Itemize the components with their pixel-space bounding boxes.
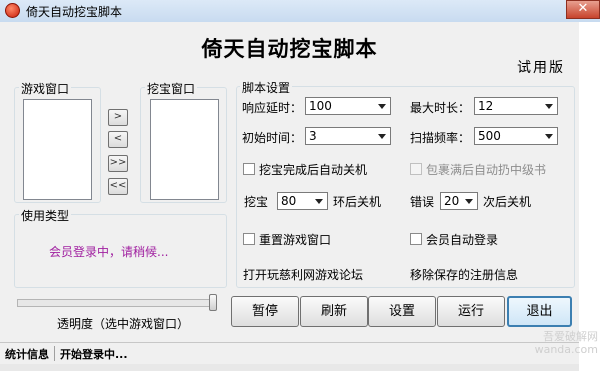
initial-time-value: 3 (309, 129, 317, 143)
title-bar[interactable]: 倚天自动挖宝脚本 ✕ (0, 0, 600, 23)
shutdown-after-dig-label[interactable]: 挖宝完成后自动关机 (259, 161, 367, 178)
window-bottom-edge (0, 364, 579, 371)
usage-type-label: 使用类型 (19, 207, 72, 224)
throw-items-label: 包裹满后自动扔中级书 (426, 163, 547, 177)
throw-items-checkbox (410, 163, 422, 175)
login-status-message: 会员登录中，请稍候... (49, 245, 169, 259)
window-title: 倚天自动挖宝脚本 (26, 5, 123, 19)
scan-frequency-value: 500 (478, 129, 501, 143)
watermark-line-1: 吾爱破解网 (543, 330, 598, 343)
dig-window-list[interactable] (150, 99, 219, 200)
watermark-line-2: wanda.com (534, 343, 598, 356)
error-count-select[interactable]: 20 (440, 192, 478, 210)
game-window-label: 游戏窗口 (19, 80, 72, 97)
desktop-background (579, 22, 600, 371)
app-logo-icon (5, 3, 20, 18)
initial-time-select[interactable]: 3 (305, 127, 391, 145)
response-delay-select[interactable]: 100 (305, 97, 391, 115)
scan-frequency-select[interactable]: 500 (474, 127, 558, 145)
script-settings-label: 脚本设置 (240, 79, 293, 96)
app-window: 倚天自动挖宝脚本 ✕ 倚天自动挖宝脚本 试用版 游戏窗口 > < >> << 挖… (0, 0, 600, 371)
chevron-down-icon (378, 104, 386, 109)
member-auto-login-checkbox[interactable] (410, 233, 422, 245)
transparency-slider[interactable] (17, 299, 217, 307)
move-all-left-button[interactable]: << (108, 178, 128, 195)
forum-link[interactable]: 打开玩慈利网游戏论坛 (243, 266, 363, 283)
max-duration-label: 最大时长： (410, 101, 471, 115)
page-title: 倚天自动挖宝脚本 (201, 36, 378, 61)
initial-time-label: 初始时间： (242, 131, 303, 145)
statusbar-section-label: 统计信息 (5, 348, 49, 361)
statusbar-divider (54, 346, 55, 361)
member-auto-login-label[interactable]: 会员自动登录 (426, 231, 498, 248)
scan-frequency-label: 扫描频率： (410, 131, 471, 145)
run-button[interactable]: 运行 (437, 296, 505, 327)
shutdown-after-dig-checkbox[interactable] (243, 163, 255, 175)
error-count-prefix: 错误 (410, 195, 435, 209)
pause-button[interactable]: 暂停 (231, 296, 299, 327)
statusbar-message: 开始登录中... (60, 348, 128, 361)
dig-rounds-value: 80 (281, 194, 297, 208)
edition-label: 试用版 (517, 60, 565, 76)
status-bar: 统计信息 开始登录中... (0, 342, 579, 365)
chevron-down-icon (545, 134, 553, 139)
max-duration-value: 12 (478, 99, 494, 113)
move-left-button[interactable]: < (108, 131, 128, 148)
transparency-caption: 透明度（选中游戏窗口） (57, 317, 190, 331)
chevron-down-icon (378, 134, 386, 139)
chevron-down-icon (465, 199, 473, 204)
refresh-button[interactable]: 刷新 (300, 296, 368, 327)
dig-window-label: 挖宝窗口 (145, 80, 198, 97)
game-window-list[interactable] (23, 99, 92, 200)
exit-button[interactable]: 退出 (507, 296, 572, 327)
script-settings-group (236, 86, 575, 288)
transparency-slider-thumb[interactable] (209, 294, 217, 311)
error-count-value: 20 (444, 194, 460, 208)
reset-game-window-label[interactable]: 重置游戏窗口 (259, 231, 331, 248)
dig-rounds-select[interactable]: 80 (277, 192, 328, 210)
remove-registration-link[interactable]: 移除保存的注册信息 (410, 266, 518, 283)
response-delay-label: 响应延时： (242, 101, 303, 115)
dig-rounds-suffix: 环后关机 (333, 195, 382, 209)
move-right-button[interactable]: > (108, 109, 128, 126)
response-delay-value: 100 (309, 99, 332, 113)
close-button[interactable]: ✕ (566, 0, 600, 19)
error-count-suffix: 次后关机 (483, 195, 532, 209)
move-all-right-button[interactable]: >> (108, 155, 128, 172)
watermark: 吾爱破解网 wanda.com (524, 330, 598, 356)
reset-game-window-checkbox[interactable] (243, 233, 255, 245)
dig-rounds-prefix: 挖宝 (244, 195, 269, 209)
max-duration-select[interactable]: 12 (474, 97, 558, 115)
chevron-down-icon (315, 199, 323, 204)
chevron-down-icon (545, 104, 553, 109)
settings-button[interactable]: 设置 (368, 296, 436, 327)
